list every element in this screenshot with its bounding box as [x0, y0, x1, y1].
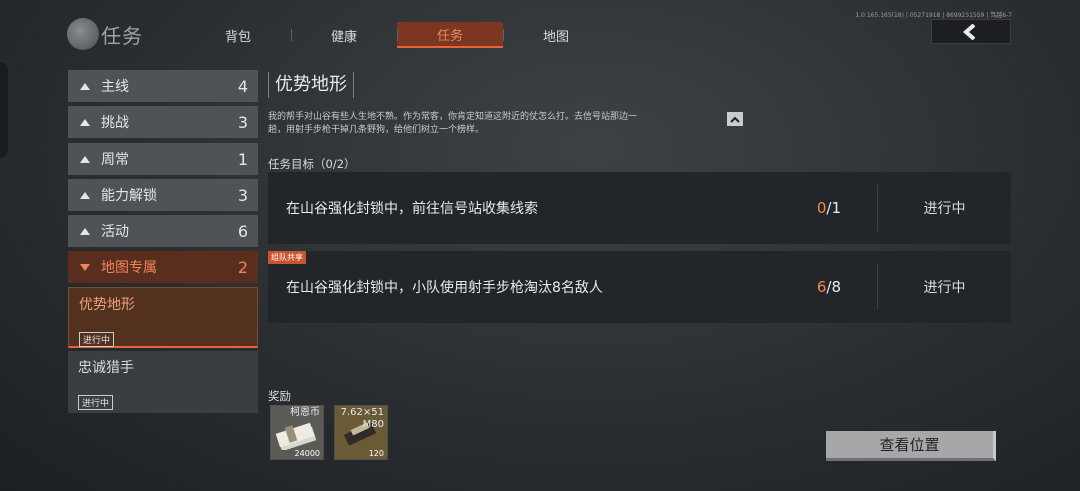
reward-item-ammo[interactable]: 7.62×51 M80 120 — [334, 405, 388, 460]
reward-label: 7.62×51 M80 — [341, 407, 384, 431]
objective-progress: 6/8 — [771, 278, 877, 296]
category-ability-unlock[interactable]: 能力解锁 3 — [68, 179, 258, 211]
caret-up-icon — [80, 227, 90, 235]
progress-current: 6 — [816, 278, 827, 296]
quest-title: 优势地形 — [268, 72, 354, 98]
tab-tasks[interactable]: 任务 — [397, 22, 503, 48]
objective-status: 进行中 — [923, 201, 966, 217]
objective-text: 在山谷强化封锁中，前往信号站收集线索 — [286, 201, 538, 217]
category-challenge[interactable]: 挑战 3 — [68, 106, 258, 138]
view-location-button[interactable]: 查看位置 — [826, 431, 996, 461]
tab-map[interactable]: 地图 — [503, 22, 609, 48]
globe-icon — [67, 18, 99, 50]
category-events[interactable]: 活动 6 — [68, 215, 258, 247]
rewards-header: 奖励 — [268, 389, 291, 403]
category-weekly[interactable]: 周常 1 — [68, 143, 258, 175]
reward-label: 柯恩币 — [290, 407, 320, 418]
category-label: 主线 — [101, 79, 129, 95]
version-text: 1.0.165.165(18) | 05271918 | 86992315S9 … — [855, 12, 1012, 19]
cash-bundle-icon — [275, 422, 317, 450]
reward-item-coins[interactable]: 柯恩币 24000 — [270, 405, 324, 460]
tab-backpack[interactable]: 背包 — [185, 22, 291, 48]
quest-description: 我的帮手对山谷有些人生地不熟。作为常客，你肯定知道这附近的仗怎么打。去信号站那边… — [268, 111, 723, 137]
objective-row: 在山谷强化封锁中，前往信号站收集线索 0/1 进行中 — [268, 172, 1011, 244]
reward-quantity: 24000 — [294, 449, 320, 458]
category-count: 6 — [237, 221, 248, 241]
caret-up-icon — [80, 155, 90, 163]
reward-quantity: 120 — [368, 449, 384, 458]
quest-item-advantage-terrain[interactable]: 优势地形 进行中 — [68, 287, 258, 348]
caret-up-icon — [80, 191, 90, 199]
page-title: 任务 — [101, 24, 143, 48]
reward-label-line: 7.62×51 — [340, 407, 384, 418]
category-label: 地图专属 — [101, 260, 157, 276]
objective-progress: 0/1 — [771, 199, 877, 217]
quest-item-name: 优势地形 — [79, 297, 135, 313]
back-button[interactable] — [931, 19, 1011, 44]
category-count: 1 — [237, 149, 248, 169]
category-label: 周常 — [101, 152, 129, 168]
objective-row: 在山谷强化封锁中，小队使用射手步枪淘汰8名敌人 6/8 进行中 — [268, 251, 1011, 323]
tab-health[interactable]: 健康 — [291, 22, 397, 48]
category-map-exclusive[interactable]: 地图专属 2 — [68, 251, 258, 283]
category-count: 4 — [237, 76, 248, 96]
category-label: 能力解锁 — [101, 188, 157, 204]
tab-bar: 背包 健康 任务 地图 — [185, 22, 609, 48]
progress-total: /1 — [826, 199, 841, 217]
objective-text: 在山谷强化封锁中，小队使用射手步枪淘汰8名敌人 — [286, 280, 603, 296]
progress-total: /8 — [826, 278, 841, 296]
description-line: 趟，用射手步枪干掉几条野狗，给他们树立一个榜样。 — [268, 125, 485, 135]
quest-item-loyal-hunter[interactable]: 忠诚猎手 进行中 — [68, 351, 258, 413]
status-badge: 进行中 — [79, 332, 115, 347]
category-label: 活动 — [101, 224, 129, 240]
quest-item-name: 忠诚猎手 — [78, 360, 134, 376]
progress-current: 0 — [816, 199, 827, 217]
chevron-up-icon — [730, 116, 740, 123]
team-share-tag: 组队共享 — [268, 251, 306, 264]
category-label: 挑战 — [101, 115, 129, 131]
category-count: 2 — [237, 257, 248, 277]
category-main[interactable]: 主线 4 — [68, 70, 258, 102]
status-badge: 进行中 — [78, 395, 114, 410]
caret-down-icon — [80, 263, 90, 271]
chevron-left-icon — [962, 23, 976, 40]
objective-status: 进行中 — [923, 280, 966, 296]
category-count: 3 — [237, 185, 248, 205]
caret-up-icon — [80, 82, 90, 90]
side-notch — [0, 62, 8, 158]
collapse-button[interactable] — [727, 112, 743, 126]
reward-label-line: M80 — [362, 419, 384, 430]
category-count: 3 — [237, 112, 248, 132]
description-line: 我的帮手对山谷有些人生地不熟。作为常客，你肯定知道这附近的仗怎么打。去信号站那边… — [268, 112, 638, 122]
objectives-header: 任务目标（0/2） — [268, 157, 356, 171]
caret-up-icon — [80, 118, 90, 126]
